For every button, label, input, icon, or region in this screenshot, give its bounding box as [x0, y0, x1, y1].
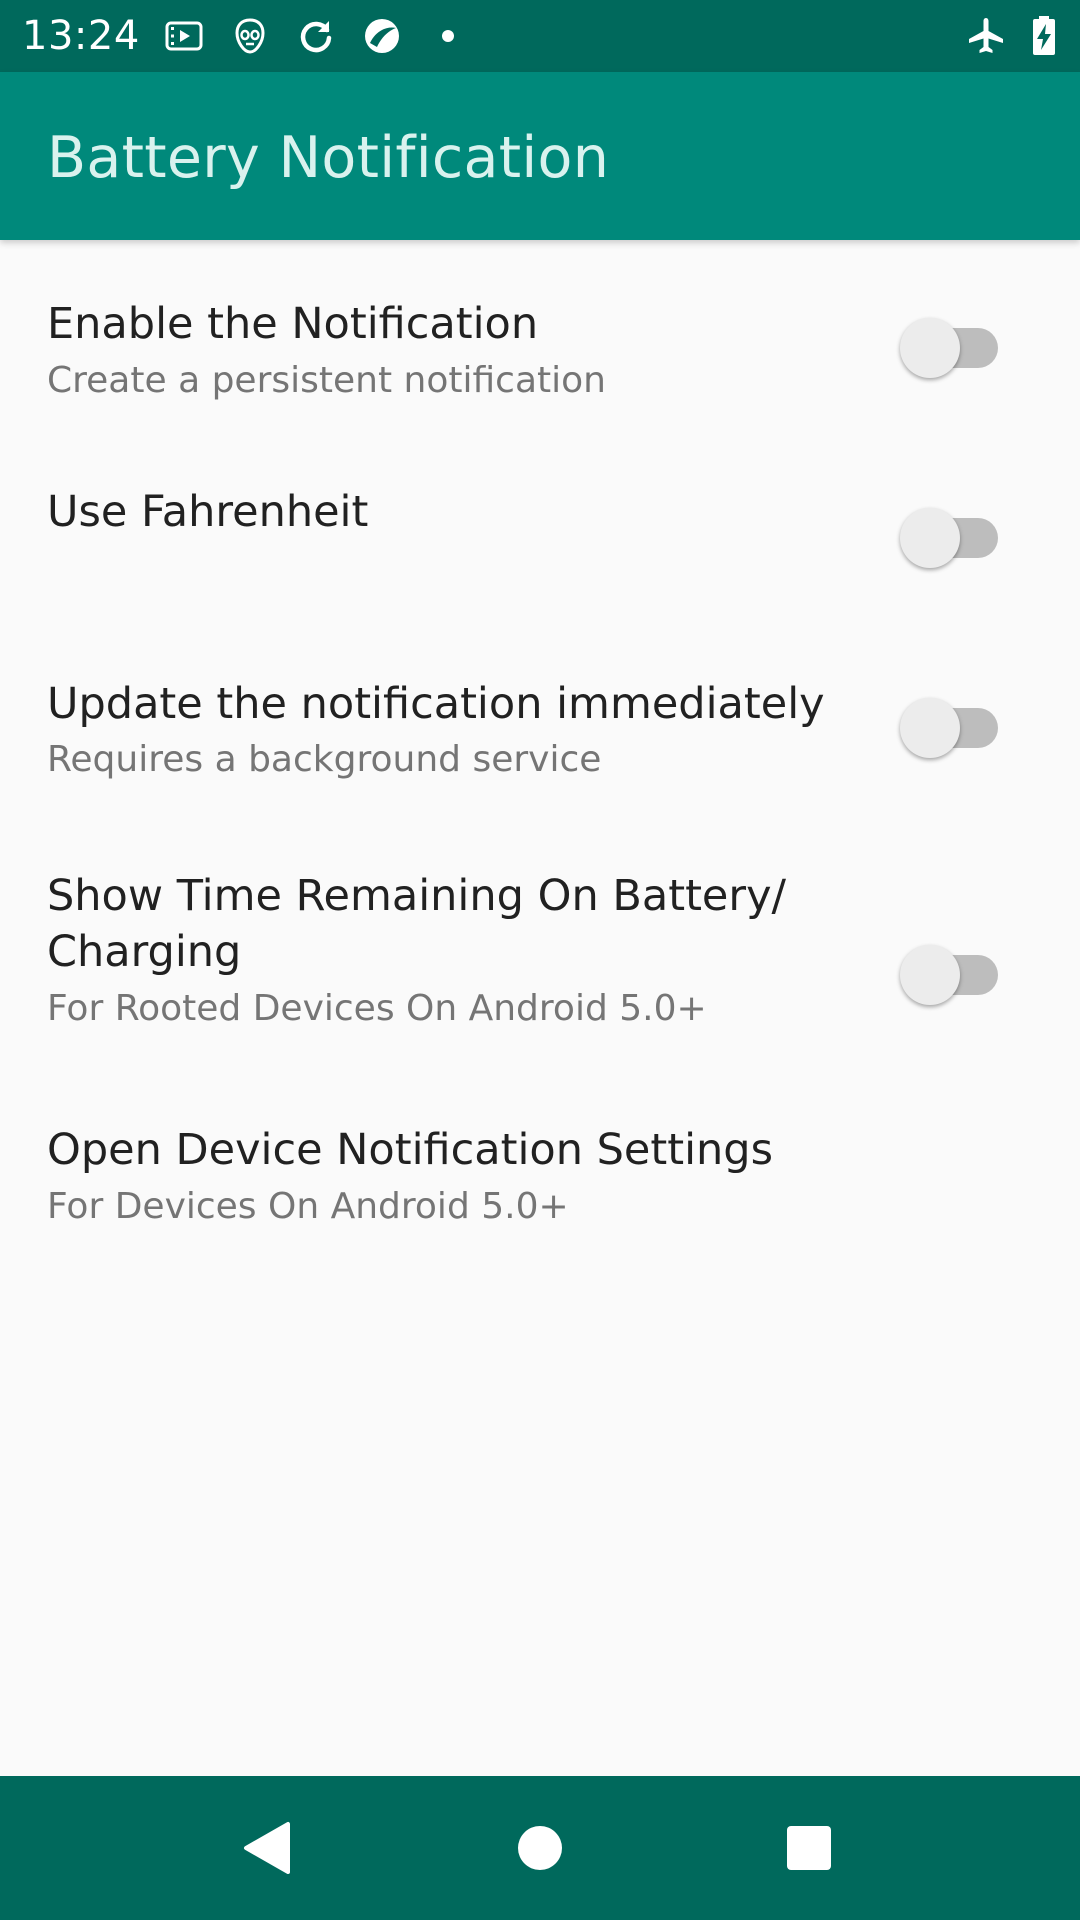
update-immediately-switch[interactable]: [900, 696, 1000, 760]
switch-thumb: [900, 508, 960, 568]
switch-thumb: [900, 945, 960, 1005]
app-bar: Battery Notification: [0, 72, 1080, 240]
status-bar: 13:24: [0, 0, 1080, 72]
screen: 13:24 Battery Notification Enable the No…: [0, 0, 1080, 1920]
setting-open-notification-settings[interactable]: Open Device Notification Settings For De…: [0, 1066, 1080, 1256]
back-icon[interactable]: [228, 1808, 308, 1888]
switch-thumb: [900, 698, 960, 758]
recents-icon[interactable]: [769, 1808, 849, 1888]
setting-summary: Create a persistent notification: [47, 360, 606, 401]
setting-summary: For Rooted Devices On Android 5.0+: [47, 988, 707, 1029]
home-icon[interactable]: [500, 1808, 580, 1888]
setting-summary: Requires a background service: [47, 739, 602, 780]
setting-title: Open Device Notification Settings: [47, 1125, 774, 1175]
app-circle-icon: [362, 16, 402, 56]
battery-charging-icon: [1024, 16, 1064, 56]
setting-title: Use Fahrenheit: [47, 487, 369, 537]
nav-bar: [0, 1776, 1080, 1920]
alien-icon: [230, 16, 270, 56]
setting-title: Show Time Remaining On Battery/ Charging: [47, 871, 786, 977]
time-remaining-switch[interactable]: [900, 943, 1000, 1007]
setting-time-remaining[interactable]: Show Time Remaining On Battery/ Charging…: [0, 810, 1080, 1066]
setting-use-fahrenheit[interactable]: Use Fahrenheit: [0, 430, 1080, 620]
setting-title: Update the notification immediately: [47, 679, 825, 729]
airplane-icon: [966, 16, 1006, 56]
setting-summary: For Devices On Android 5.0+: [47, 1186, 569, 1227]
setting-update-immediately[interactable]: Update the notification immediately Requ…: [0, 620, 1080, 810]
status-time: 13:24: [22, 13, 140, 59]
switch-thumb: [900, 318, 960, 378]
dot-icon: [428, 16, 468, 56]
sync-icon: [296, 16, 336, 56]
use-fahrenheit-switch[interactable]: [900, 506, 1000, 570]
setting-enable-notification[interactable]: Enable the Notification Create a persist…: [0, 240, 1080, 430]
app-title: Battery Notification: [47, 125, 610, 191]
setting-title: Enable the Notification: [47, 299, 539, 349]
enable-notification-switch[interactable]: [900, 316, 1000, 380]
media-icon: [164, 16, 204, 56]
